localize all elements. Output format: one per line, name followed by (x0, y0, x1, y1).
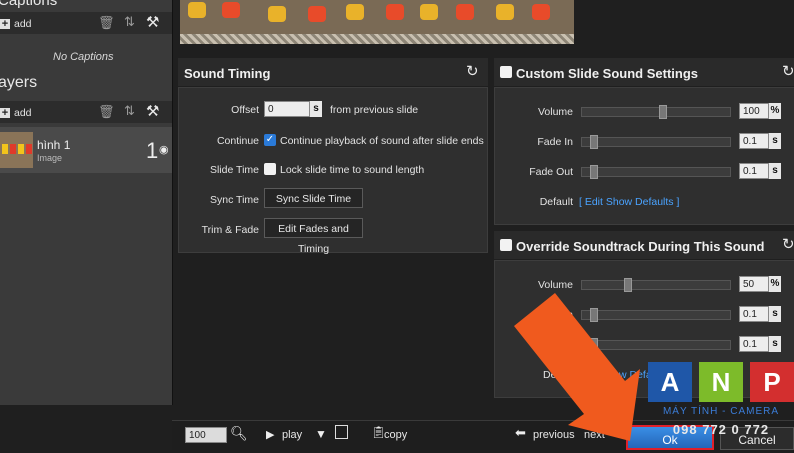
annotation-arrow-shape (514, 293, 640, 441)
logo-letter-p: P (750, 362, 794, 402)
anp-watermark: A N P MÁY TÍNH - CAMERA 098 772 0 772 (648, 362, 794, 446)
logo-phone: 098 772 0 772 (672, 422, 770, 437)
logo-letter-n: N (699, 362, 743, 402)
logo-letter-a: A (648, 362, 692, 402)
logo-tagline: MÁY TÍNH - CAMERA (662, 406, 780, 417)
